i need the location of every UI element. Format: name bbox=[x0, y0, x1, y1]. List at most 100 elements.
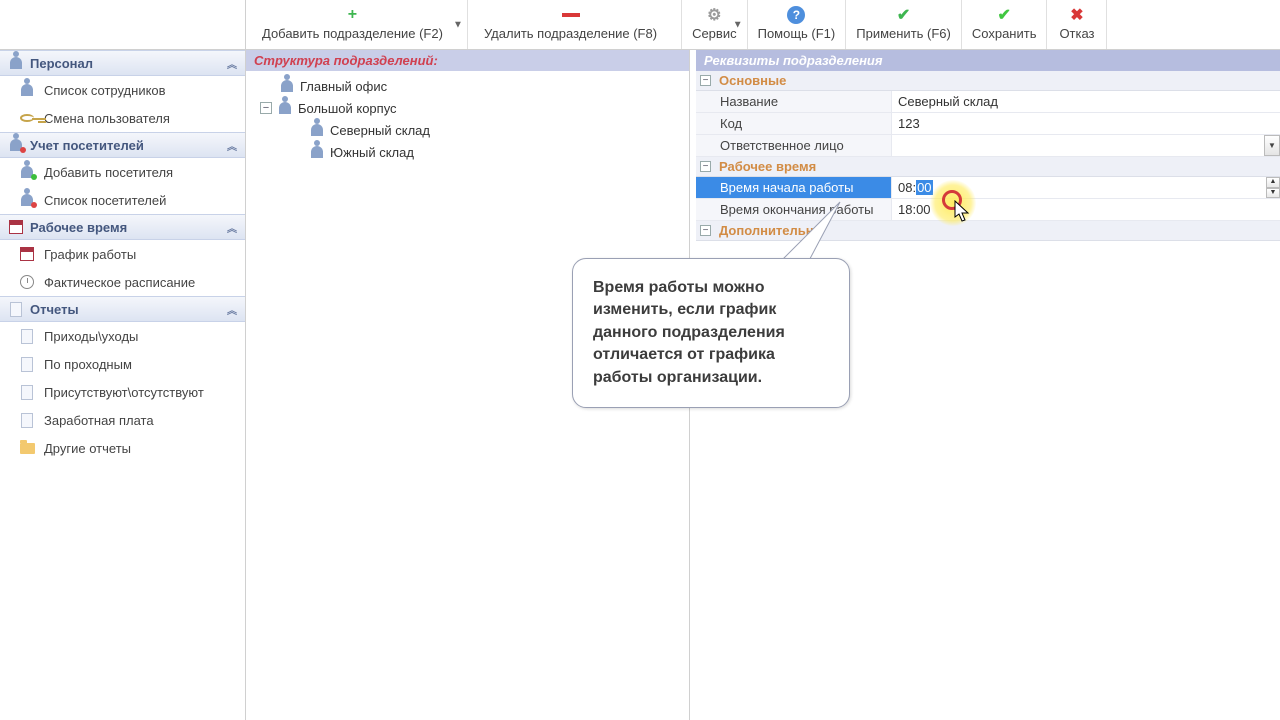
spinner-down-icon[interactable]: ▼ bbox=[1266, 188, 1280, 199]
delete-department-button[interactable]: Удалить подразделение (F8) bbox=[468, 0, 682, 49]
nav-item-salary[interactable]: Заработная плата bbox=[0, 406, 245, 434]
tree-node-child[interactable]: Южный склад bbox=[250, 141, 685, 163]
property-group-worktime[interactable]: − Рабочее время bbox=[696, 157, 1280, 177]
tutorial-callout: Время работы можно изменить, если график… bbox=[572, 258, 850, 408]
chevron-up-icon: ︽ bbox=[227, 56, 237, 71]
key-icon bbox=[18, 109, 36, 127]
nav-section-personnel[interactable]: Персонал ︽ bbox=[0, 50, 245, 76]
close-icon: ✖ bbox=[1068, 6, 1086, 24]
property-group-additional[interactable]: − Дополнительно bbox=[696, 221, 1280, 241]
nav-item-arrivals[interactable]: Приходы\уходы bbox=[0, 322, 245, 350]
help-label: Помощь (F1) bbox=[758, 26, 836, 41]
property-group-label: Основные bbox=[719, 73, 786, 88]
nav-item-switch-user[interactable]: Смена пользователя bbox=[0, 104, 245, 132]
save-button[interactable]: ✔ Сохранить bbox=[962, 0, 1048, 49]
tree-node-root[interactable]: Главный офис bbox=[250, 75, 685, 97]
nav-item-other-reports[interactable]: Другие отчеты bbox=[0, 434, 245, 462]
person-icon bbox=[278, 77, 296, 95]
navigation-sidebar: Персонал ︽ Список сотрудников Смена поль… bbox=[0, 50, 246, 720]
nav-section-worktime[interactable]: Рабочее время ︽ bbox=[0, 214, 245, 240]
nav-item-label: Список посетителей bbox=[44, 193, 166, 208]
nav-section-visitors[interactable]: Учет посетителей ︽ bbox=[0, 132, 245, 158]
add-department-label: Добавить подразделение (F2) bbox=[262, 26, 443, 41]
nav-item-label: График работы bbox=[44, 247, 136, 262]
folder-icon bbox=[18, 439, 36, 457]
callout-bubble: Время работы можно изменить, если график… bbox=[572, 258, 850, 408]
person-icon bbox=[8, 137, 24, 153]
nav-item-label: Фактическое расписание bbox=[44, 275, 195, 290]
property-value[interactable]: Северный склад bbox=[892, 91, 1280, 112]
property-value[interactable]: ▼ bbox=[892, 135, 1280, 156]
tree-node-group[interactable]: − Большой корпус bbox=[250, 97, 685, 119]
time-editor-start[interactable]: 08:00 ▲ ▼ bbox=[892, 177, 1280, 198]
tree-node-label: Большой корпус bbox=[298, 101, 397, 116]
nav-item-checkpoints[interactable]: По проходным bbox=[0, 350, 245, 378]
property-value[interactable]: 123 bbox=[892, 113, 1280, 134]
nav-section-title: Персонал bbox=[30, 56, 227, 71]
property-value[interactable]: 18:00 bbox=[892, 199, 1280, 220]
collapse-icon[interactable]: − bbox=[700, 75, 711, 86]
property-row-name[interactable]: Название Северный склад bbox=[696, 91, 1280, 113]
check-icon: ✔ bbox=[995, 6, 1013, 24]
person-add-icon bbox=[18, 163, 36, 181]
chevron-up-icon: ︽ bbox=[227, 138, 237, 153]
check-icon: ✔ bbox=[895, 6, 913, 24]
gear-icon: ⚙ bbox=[705, 6, 723, 24]
property-panel-title: Реквизиты подразделения bbox=[696, 50, 1280, 71]
service-button[interactable]: ⚙ Сервис ▼ bbox=[682, 0, 748, 49]
collapse-icon[interactable]: − bbox=[700, 161, 711, 172]
collapse-icon[interactable]: − bbox=[700, 225, 711, 236]
property-row-start-time[interactable]: Время начала работы 08:00 ▲ ▼ bbox=[696, 177, 1280, 199]
add-department-button[interactable]: + Добавить подразделение (F2) ▼ bbox=[246, 0, 468, 49]
nav-section-title: Рабочее время bbox=[30, 220, 227, 235]
nav-item-add-visitor[interactable]: Добавить посетителя bbox=[0, 158, 245, 186]
nav-item-actual-schedule[interactable]: Фактическое расписание bbox=[0, 268, 245, 296]
nav-item-label: Добавить посетителя bbox=[44, 165, 173, 180]
help-button[interactable]: ? Помощь (F1) bbox=[748, 0, 847, 49]
apply-label: Применить (F6) bbox=[856, 26, 951, 41]
dropdown-button[interactable]: ▼ bbox=[1264, 135, 1280, 156]
tree-node-label: Северный склад bbox=[330, 123, 430, 138]
minus-icon bbox=[562, 6, 580, 24]
nav-item-schedule[interactable]: График работы bbox=[0, 240, 245, 268]
property-row-end-time[interactable]: Время окончания работы 18:00 bbox=[696, 199, 1280, 221]
chevron-down-icon[interactable]: ▼ bbox=[733, 19, 743, 30]
apply-button[interactable]: ✔ Применить (F6) bbox=[846, 0, 962, 49]
person-icon bbox=[18, 81, 36, 99]
help-icon: ? bbox=[787, 6, 805, 24]
nav-item-visitor-list[interactable]: Список посетителей bbox=[0, 186, 245, 214]
time-spinner[interactable]: ▲ ▼ bbox=[1266, 177, 1280, 198]
nav-section-reports[interactable]: Отчеты ︽ bbox=[0, 296, 245, 322]
tree-collapse-icon[interactable]: − bbox=[260, 102, 272, 114]
cancel-label: Отказ bbox=[1059, 26, 1094, 41]
calendar-icon bbox=[8, 219, 24, 235]
spinner-up-icon[interactable]: ▲ bbox=[1266, 177, 1280, 188]
property-name: Название bbox=[696, 91, 892, 112]
tree-node-child[interactable]: Северный склад bbox=[250, 119, 685, 141]
nav-section-title: Отчеты bbox=[30, 302, 227, 317]
property-row-code[interactable]: Код 123 bbox=[696, 113, 1280, 135]
nav-item-employees[interactable]: Список сотрудников bbox=[0, 76, 245, 104]
toolbar-spacer bbox=[0, 0, 246, 49]
property-row-responsible[interactable]: Ответственное лицо ▼ bbox=[696, 135, 1280, 157]
property-group-label: Дополнительно bbox=[719, 223, 822, 238]
service-label: Сервис bbox=[692, 26, 737, 41]
nav-item-presence[interactable]: Присутствуют\отсутствуют bbox=[0, 378, 245, 406]
nav-item-label: Список сотрудников bbox=[44, 83, 166, 98]
nav-item-label: Другие отчеты bbox=[44, 441, 131, 456]
delete-department-label: Удалить подразделение (F8) bbox=[484, 26, 657, 41]
chevron-down-icon[interactable]: ▼ bbox=[453, 19, 463, 30]
save-label: Сохранить bbox=[972, 26, 1037, 41]
person-icon bbox=[18, 191, 36, 209]
document-icon bbox=[18, 411, 36, 429]
main-toolbar: + Добавить подразделение (F2) ▼ Удалить … bbox=[0, 0, 1280, 50]
person-icon bbox=[308, 121, 326, 139]
property-group-main[interactable]: − Основные bbox=[696, 71, 1280, 91]
nav-item-label: Присутствуют\отсутствуют bbox=[44, 385, 204, 400]
time-minutes-selected[interactable]: 00 bbox=[916, 180, 932, 195]
nav-item-label: Заработная плата bbox=[44, 413, 154, 428]
person-icon bbox=[308, 143, 326, 161]
clock-icon bbox=[18, 273, 36, 291]
property-name: Время начала работы bbox=[696, 177, 892, 198]
cancel-button[interactable]: ✖ Отказ bbox=[1047, 0, 1107, 49]
